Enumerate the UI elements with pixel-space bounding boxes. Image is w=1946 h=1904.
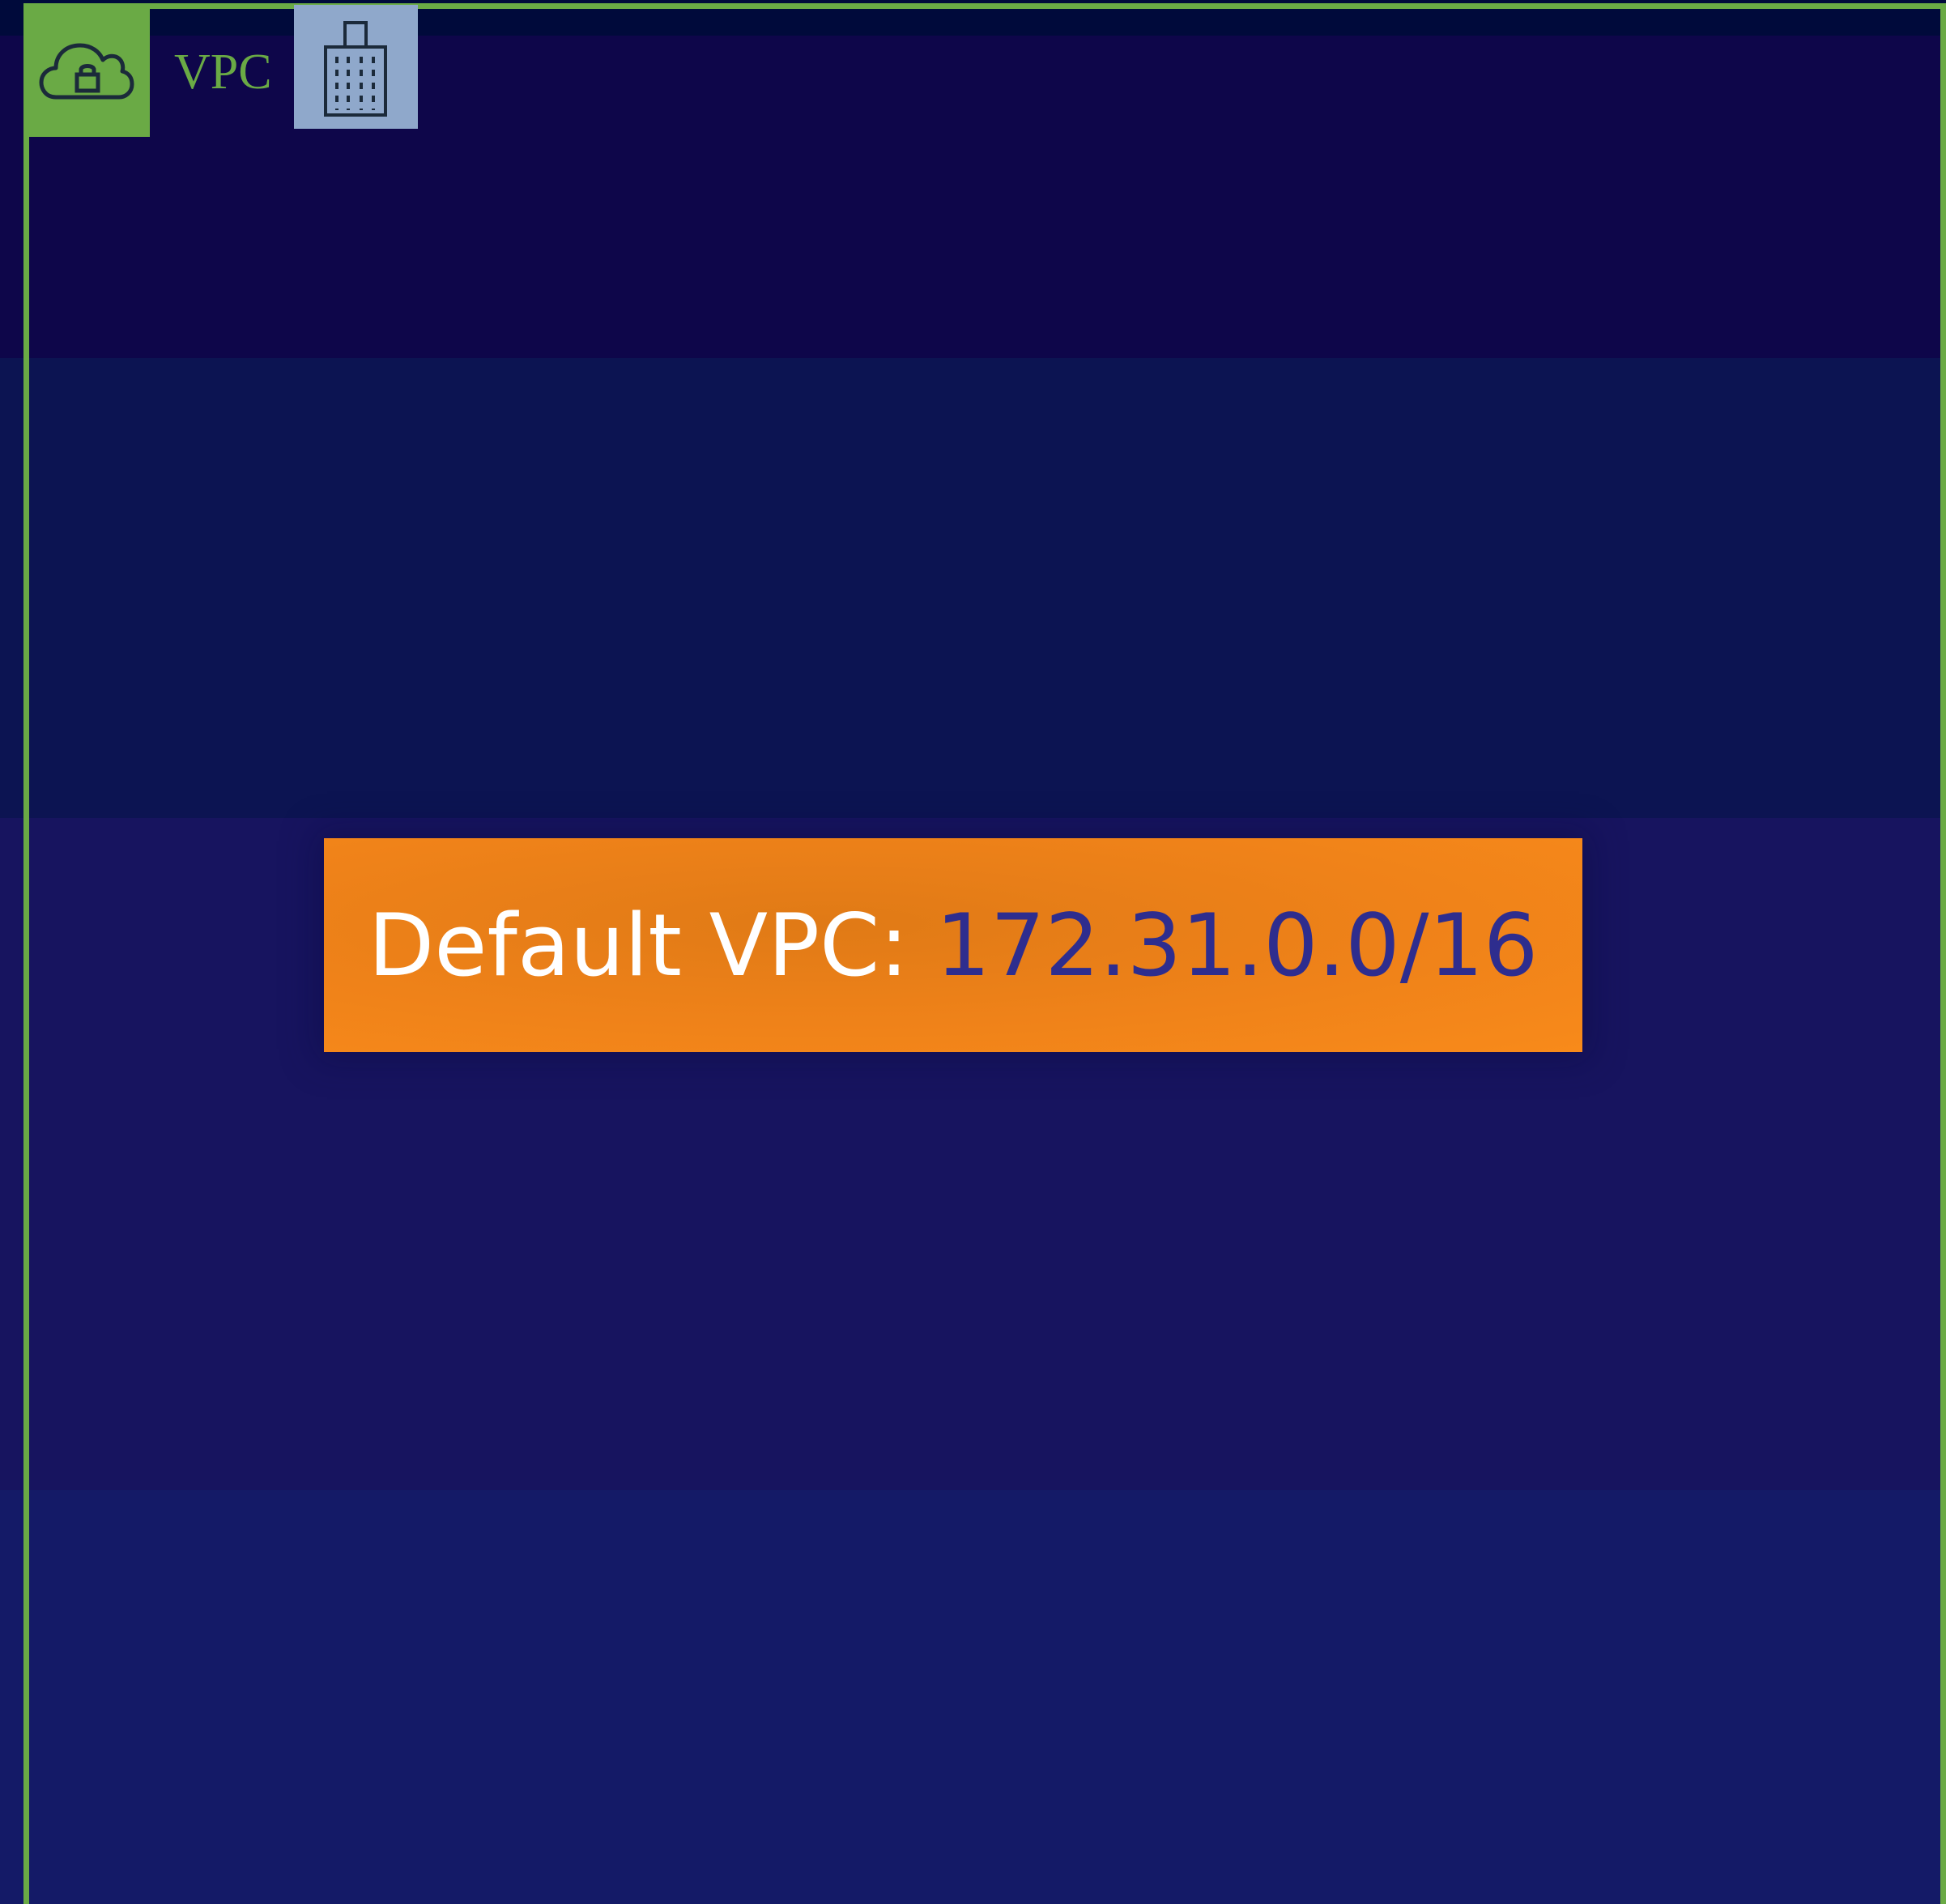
- default-vpc-label: Default VPC:: [368, 895, 909, 995]
- corporate-data-center-badge: [294, 5, 418, 129]
- cloud-lock-icon: [39, 43, 134, 100]
- diagram-canvas: VPC Default VPC: 172.31.0.0/16: [0, 0, 1946, 1904]
- default-vpc-cidr-box: Default VPC: 172.31.0.0/16: [324, 838, 1582, 1052]
- building-icon: [324, 21, 387, 117]
- vpc-icon-badge: [23, 3, 150, 137]
- default-vpc-cidr: 172.31.0.0/16: [935, 895, 1539, 995]
- vpc-label: VPC: [174, 45, 272, 100]
